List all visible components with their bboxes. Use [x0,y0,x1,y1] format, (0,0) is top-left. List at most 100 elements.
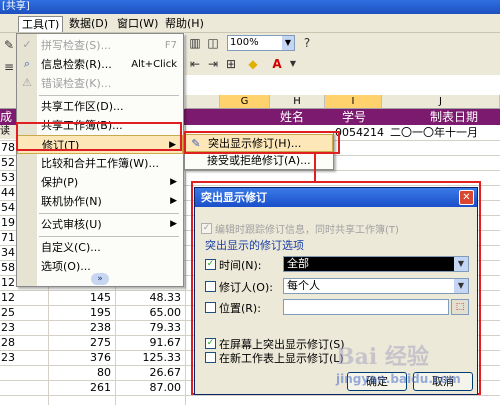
drawing-icon[interactable]: ◫ [205,35,221,51]
menu-item-label: 自定义(C)... [41,241,101,254]
tools-menu: ✓ 拼写检查(S)... F7 ⌕ 信息检索(R)... Alt+Click ⚠… [16,33,184,287]
increase-indent-icon[interactable]: ⇥ [205,56,221,72]
menu-item-accept-reject[interactable]: 接受或拒绝修订(A)... [185,152,333,170]
column-header-f[interactable] [185,95,220,109]
menu-item-label: 共享工作区(D)... [41,100,124,113]
menu-bar: 工具(T) 数据(D) 窗口(W) 帮助(H) [0,14,500,33]
chart-icon[interactable]: ▥ [187,35,203,51]
annotation-box [16,122,182,151]
time-select[interactable]: 全部 ▼ [283,256,469,272]
cell-b[interactable]: 195 [48,306,115,320]
reviser-value: 每个人 [287,279,320,292]
cell-b[interactable]: 238 [48,321,115,335]
header-name: 姓名 [280,110,305,124]
options-section-title: 突出显示的修订选项 [205,239,304,252]
fill-color-icon[interactable]: ◆ [245,56,261,72]
help-icon[interactable]: ? [299,35,315,51]
menu-item-research[interactable]: ⌕ 信息检索(R)... Alt+Click [17,55,183,74]
row-value: 28 [1,336,15,349]
cell-date[interactable]: 二〇一〇年十一月 [390,126,500,140]
toolbar-row-format: ⇤ ⇥ ⊞ ◆ A ▼ [185,54,500,75]
reviser-checkbox[interactable] [205,281,216,292]
menu-item-label: 选项(O)... [41,260,91,273]
menu-separator [39,95,179,96]
row-value: 23 [1,351,15,364]
menu-item-online-collab[interactable]: 联机协作(N) ▶ [17,192,183,211]
header-date: 制表日期 [430,110,479,124]
menu-help[interactable]: 帮助(H) [162,16,207,32]
header-row: 姓名 学号 制表日期 [180,109,500,125]
menu-separator [39,236,179,237]
chevron-down-icon[interactable]: ▼ [454,257,468,271]
row-value: 25 [1,306,15,319]
track-changes-checkbox[interactable]: ✓ [201,223,212,234]
cell-id[interactable]: 0054214 [335,126,385,140]
zoom-select[interactable]: 100% ▼ [227,35,295,51]
expand-menu-icon[interactable]: » [91,273,109,285]
chevron-down-icon[interactable]: ▼ [285,56,301,72]
range-picker-icon[interactable]: ⬚ [451,299,469,315]
menu-item-label: 信息检索(R)... [41,58,112,71]
submenu-arrow-icon: ▶ [170,196,177,206]
menu-data[interactable]: 数据(D) [66,16,111,32]
column-header-j[interactable]: J [382,95,500,109]
menu-item-label: 拼写检查(S)... [41,39,112,52]
cell-b[interactable]: 376 [48,351,115,365]
cell-b[interactable]: 261 [48,381,115,395]
close-icon[interactable]: ✕ [459,190,474,205]
header-number: 学号 [342,110,367,124]
toolbar: ▥ ◫ 100% ▼ ? ⇤ ⇥ ⊞ ◆ A ▼ [185,33,500,75]
menu-item-shared-workspace[interactable]: 共享工作区(D)... [17,97,183,116]
menu-separator [39,213,179,214]
borders-icon[interactable]: ⊞ [223,56,239,72]
menu-window[interactable]: 窗口(W) [114,16,161,32]
time-value: 全部 [287,257,309,270]
cell-c[interactable]: 87.00 [115,381,185,395]
cell-b[interactable]: 275 [48,336,115,350]
screen-highlight-checkbox[interactable]: ✓ [205,338,216,349]
decrease-indent-icon[interactable]: ⇤ [187,56,203,72]
time-label: 时间(N): [219,259,262,272]
column-header-h[interactable]: H [270,95,325,109]
menu-item-protection[interactable]: 保护(P) ▶ [17,173,183,192]
cell-c[interactable]: 48.33 [115,291,185,305]
menu-item-label: 错误检查(K)... [41,77,112,90]
location-label: 位置(R): [219,302,261,315]
menu-shortcut: F7 [164,40,177,51]
chevron-down-icon[interactable]: ▼ [454,279,468,293]
track-changes-label: 编辑时跟踪修订信息，同时共享工作簿(T) [215,225,399,236]
time-checkbox[interactable]: ✓ [205,259,216,270]
cell-c[interactable]: 79.33 [115,321,185,335]
chevron-down-icon[interactable]: ▼ [282,36,294,50]
research-icon: ⌕ [23,57,31,70]
menu-item-customize[interactable]: 自定义(C)... [17,238,183,257]
cell-c[interactable]: 91.67 [115,336,185,350]
tool-icon[interactable]: ✎ [1,37,17,53]
submenu-arrow-icon: ▶ [170,177,177,187]
menu-item-compare-merge[interactable]: 比较和合并工作簿(W)... [17,154,183,173]
cell-b[interactable]: 80 [48,366,115,380]
submenu-arrow-icon: ▶ [170,219,177,229]
menu-item-spellcheck[interactable]: ✓ 拼写检查(S)... F7 [17,36,183,55]
toolbar-row-standard: ▥ ◫ 100% ▼ ? [185,33,500,54]
cell-c[interactable]: 125.33 [115,351,185,365]
column-header-i[interactable]: I [325,95,382,109]
cell-c[interactable]: 65.00 [115,306,185,320]
menu-shortcut: Alt+Click [131,59,177,70]
menu-item-formula-auditing[interactable]: 公式审核(U) ▶ [17,215,183,234]
row-value: 12 [1,291,15,304]
cell-c[interactable]: 26.67 [115,366,185,380]
window-title-bar: [共享] [0,0,500,14]
menu-tools[interactable]: 工具(T) [18,16,64,32]
cell-b[interactable]: 145 [48,291,115,305]
column-header-g[interactable]: G [220,95,270,109]
menu-item-label: 比较和合并工作簿(W)... [41,157,159,170]
align-left-icon[interactable]: ≡ [1,59,17,75]
annotation-box [184,131,340,154]
location-checkbox[interactable] [205,302,216,313]
new-sheet-checkbox[interactable] [205,352,216,363]
menu-item-error-check[interactable]: ⚠ 错误检查(K)... [17,74,183,93]
font-color-icon[interactable]: A [269,56,285,72]
reviser-select[interactable]: 每个人 ▼ [283,278,469,294]
location-input[interactable] [283,299,449,315]
